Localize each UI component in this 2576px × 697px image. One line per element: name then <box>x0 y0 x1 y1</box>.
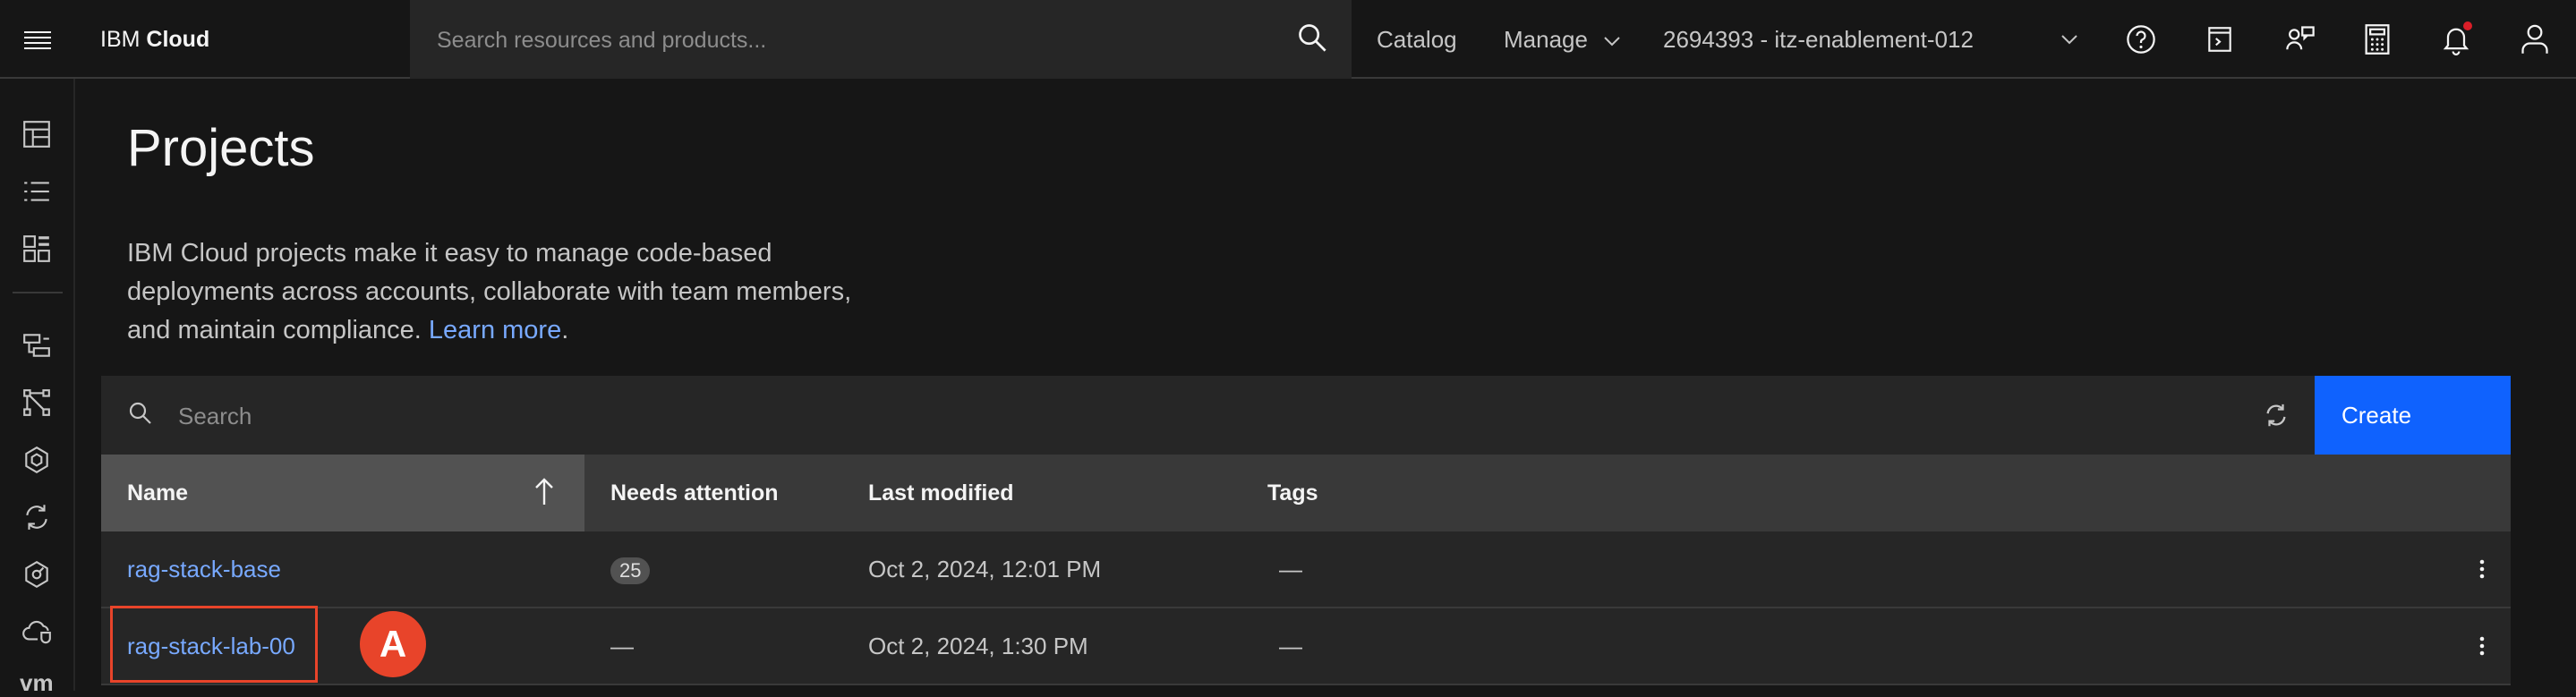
resource-list-icon[interactable] <box>19 174 55 209</box>
table-header: Name Needs attention Last modified Tags <box>101 455 2511 531</box>
left-nav-rail: vm <box>0 79 75 696</box>
manage-label: Manage <box>1504 26 1588 53</box>
last-modified-cell: Oct 2, 2024, 12:01 PM <box>868 556 1102 582</box>
global-search-input[interactable] <box>435 21 1262 59</box>
last-modified-cell: Oct 2, 2024, 1:30 PM <box>868 633 1088 659</box>
overflow-menu-icon <box>2479 559 2485 579</box>
ibm-cloud-logo[interactable]: IBM Cloud <box>100 0 209 79</box>
catalog-link[interactable]: Catalog <box>1377 0 1457 79</box>
refresh-button[interactable] <box>2258 397 2294 433</box>
vm-label[interactable]: vm <box>20 669 54 697</box>
global-search <box>410 0 1352 79</box>
page-description: IBM Cloud projects make it easy to manag… <box>127 234 879 350</box>
brand-name: Cloud <box>146 27 210 52</box>
help-icon[interactable] <box>2123 21 2159 57</box>
column-header-name[interactable]: Name <box>101 455 584 531</box>
project-name-link[interactable]: rag-stack-base <box>127 531 281 607</box>
learn-more-link[interactable]: Learn more <box>429 316 561 344</box>
switcher-icon[interactable] <box>2282 21 2318 57</box>
column-header-tags[interactable]: Tags <box>1267 455 1318 531</box>
column-header-last-modified[interactable]: Last modified <box>868 455 1014 531</box>
needs-attention-cell: — <box>610 633 634 659</box>
notification-icon[interactable] <box>2438 21 2474 57</box>
security-icon[interactable] <box>19 557 55 592</box>
projects-icon[interactable] <box>19 327 55 363</box>
account-label: 2694393 - itz-enablement-012 <box>1663 26 1974 53</box>
user-avatar-icon[interactable] <box>2517 21 2553 57</box>
description-period: . <box>561 316 569 344</box>
needs-attention-cell: 25 <box>610 531 651 607</box>
table-row: rag-stack-lab-00 — Oct 2, 2024, 1:30 PM … <box>101 608 2511 685</box>
catalog-icon[interactable] <box>19 231 55 267</box>
tags-cell: — <box>1279 556 1302 582</box>
overflow-menu-icon <box>2479 636 2485 656</box>
column-header-needs-attention[interactable]: Needs attention <box>610 455 779 531</box>
hexagon-icon[interactable] <box>19 442 55 478</box>
automation-icon[interactable] <box>19 499 55 535</box>
cloud-shell-icon[interactable] <box>2202 21 2238 57</box>
cloud-shield-icon[interactable] <box>19 614 55 650</box>
rail-divider <box>13 292 63 293</box>
refresh-icon <box>2266 404 2286 427</box>
account-switcher[interactable]: 2694393 - itz-enablement-012 <box>1663 0 2084 79</box>
table-row: rag-stack-base 25 Oct 2, 2024, 12:01 PM … <box>101 531 2511 608</box>
search-icon[interactable] <box>1296 21 1328 54</box>
page-title: Projects <box>127 119 315 177</box>
annotation-marker: A <box>360 611 426 677</box>
brand-prefix: IBM <box>100 27 141 52</box>
tags-cell: — <box>1279 633 1302 659</box>
search-icon <box>126 399 155 428</box>
notification-dot <box>2463 21 2472 30</box>
chevron-down-icon <box>2061 35 2077 45</box>
create-button[interactable]: Create <box>2315 376 2511 455</box>
table-search-input[interactable] <box>176 397 1881 435</box>
overflow-menu-button[interactable] <box>2464 628 2500 664</box>
column-label: Name <box>127 480 189 506</box>
menu-icon <box>24 31 51 49</box>
chevron-down-icon <box>1604 37 1620 47</box>
cost-estimator-icon[interactable] <box>2359 21 2395 57</box>
overflow-menu-button[interactable] <box>2464 551 2500 587</box>
sort-ascending-icon <box>535 478 553 505</box>
table-toolbar: Create <box>101 376 2511 455</box>
attention-count-badge: 25 <box>610 557 651 585</box>
manage-menu[interactable]: Manage <box>1504 0 1621 79</box>
annotation-highlight-box <box>110 606 318 683</box>
top-header: IBM Cloud Catalog Manage 2694393 - itz-e… <box>0 0 2576 79</box>
hamburger-menu-button[interactable] <box>0 0 75 79</box>
schematics-icon[interactable] <box>19 385 55 421</box>
dashboard-icon[interactable] <box>19 116 55 152</box>
